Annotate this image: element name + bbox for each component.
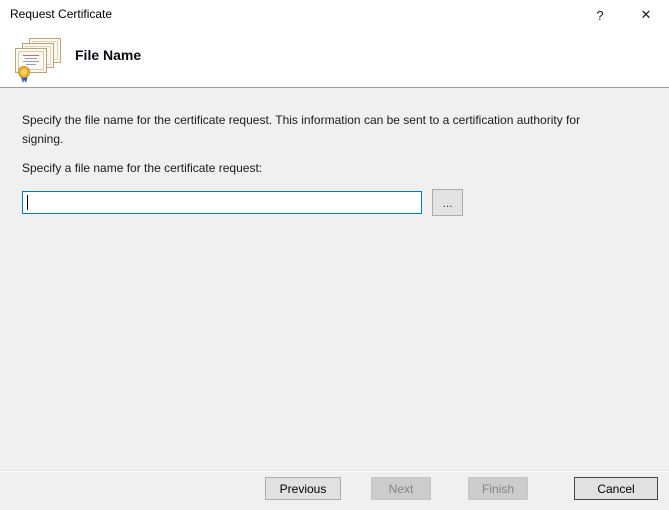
close-button[interactable]: ✕ <box>634 3 658 27</box>
file-name-label: Specify a file name for the certificate … <box>22 161 263 175</box>
file-name-input[interactable] <box>22 191 422 214</box>
certificates-icon <box>13 37 63 85</box>
help-button[interactable]: ? <box>588 3 612 27</box>
browse-button[interactable]: ... <box>432 189 463 216</box>
previous-button[interactable]: Previous <box>265 477 341 500</box>
page-title: File Name <box>75 47 142 63</box>
finish-button[interactable]: Finish <box>468 477 528 500</box>
next-button[interactable]: Next <box>371 477 431 500</box>
request-certificate-dialog: Request Certificate ? ✕ File Name Specif… <box>0 0 669 510</box>
description-text: Specify the file name for the certificat… <box>22 113 581 146</box>
footer-divider-highlight <box>0 471 669 472</box>
window-title: Request Certificate <box>10 7 113 21</box>
text-caret <box>27 195 28 210</box>
dialog-header: Request Certificate ? ✕ File Name <box>0 0 669 88</box>
cancel-button[interactable]: Cancel <box>574 477 658 500</box>
